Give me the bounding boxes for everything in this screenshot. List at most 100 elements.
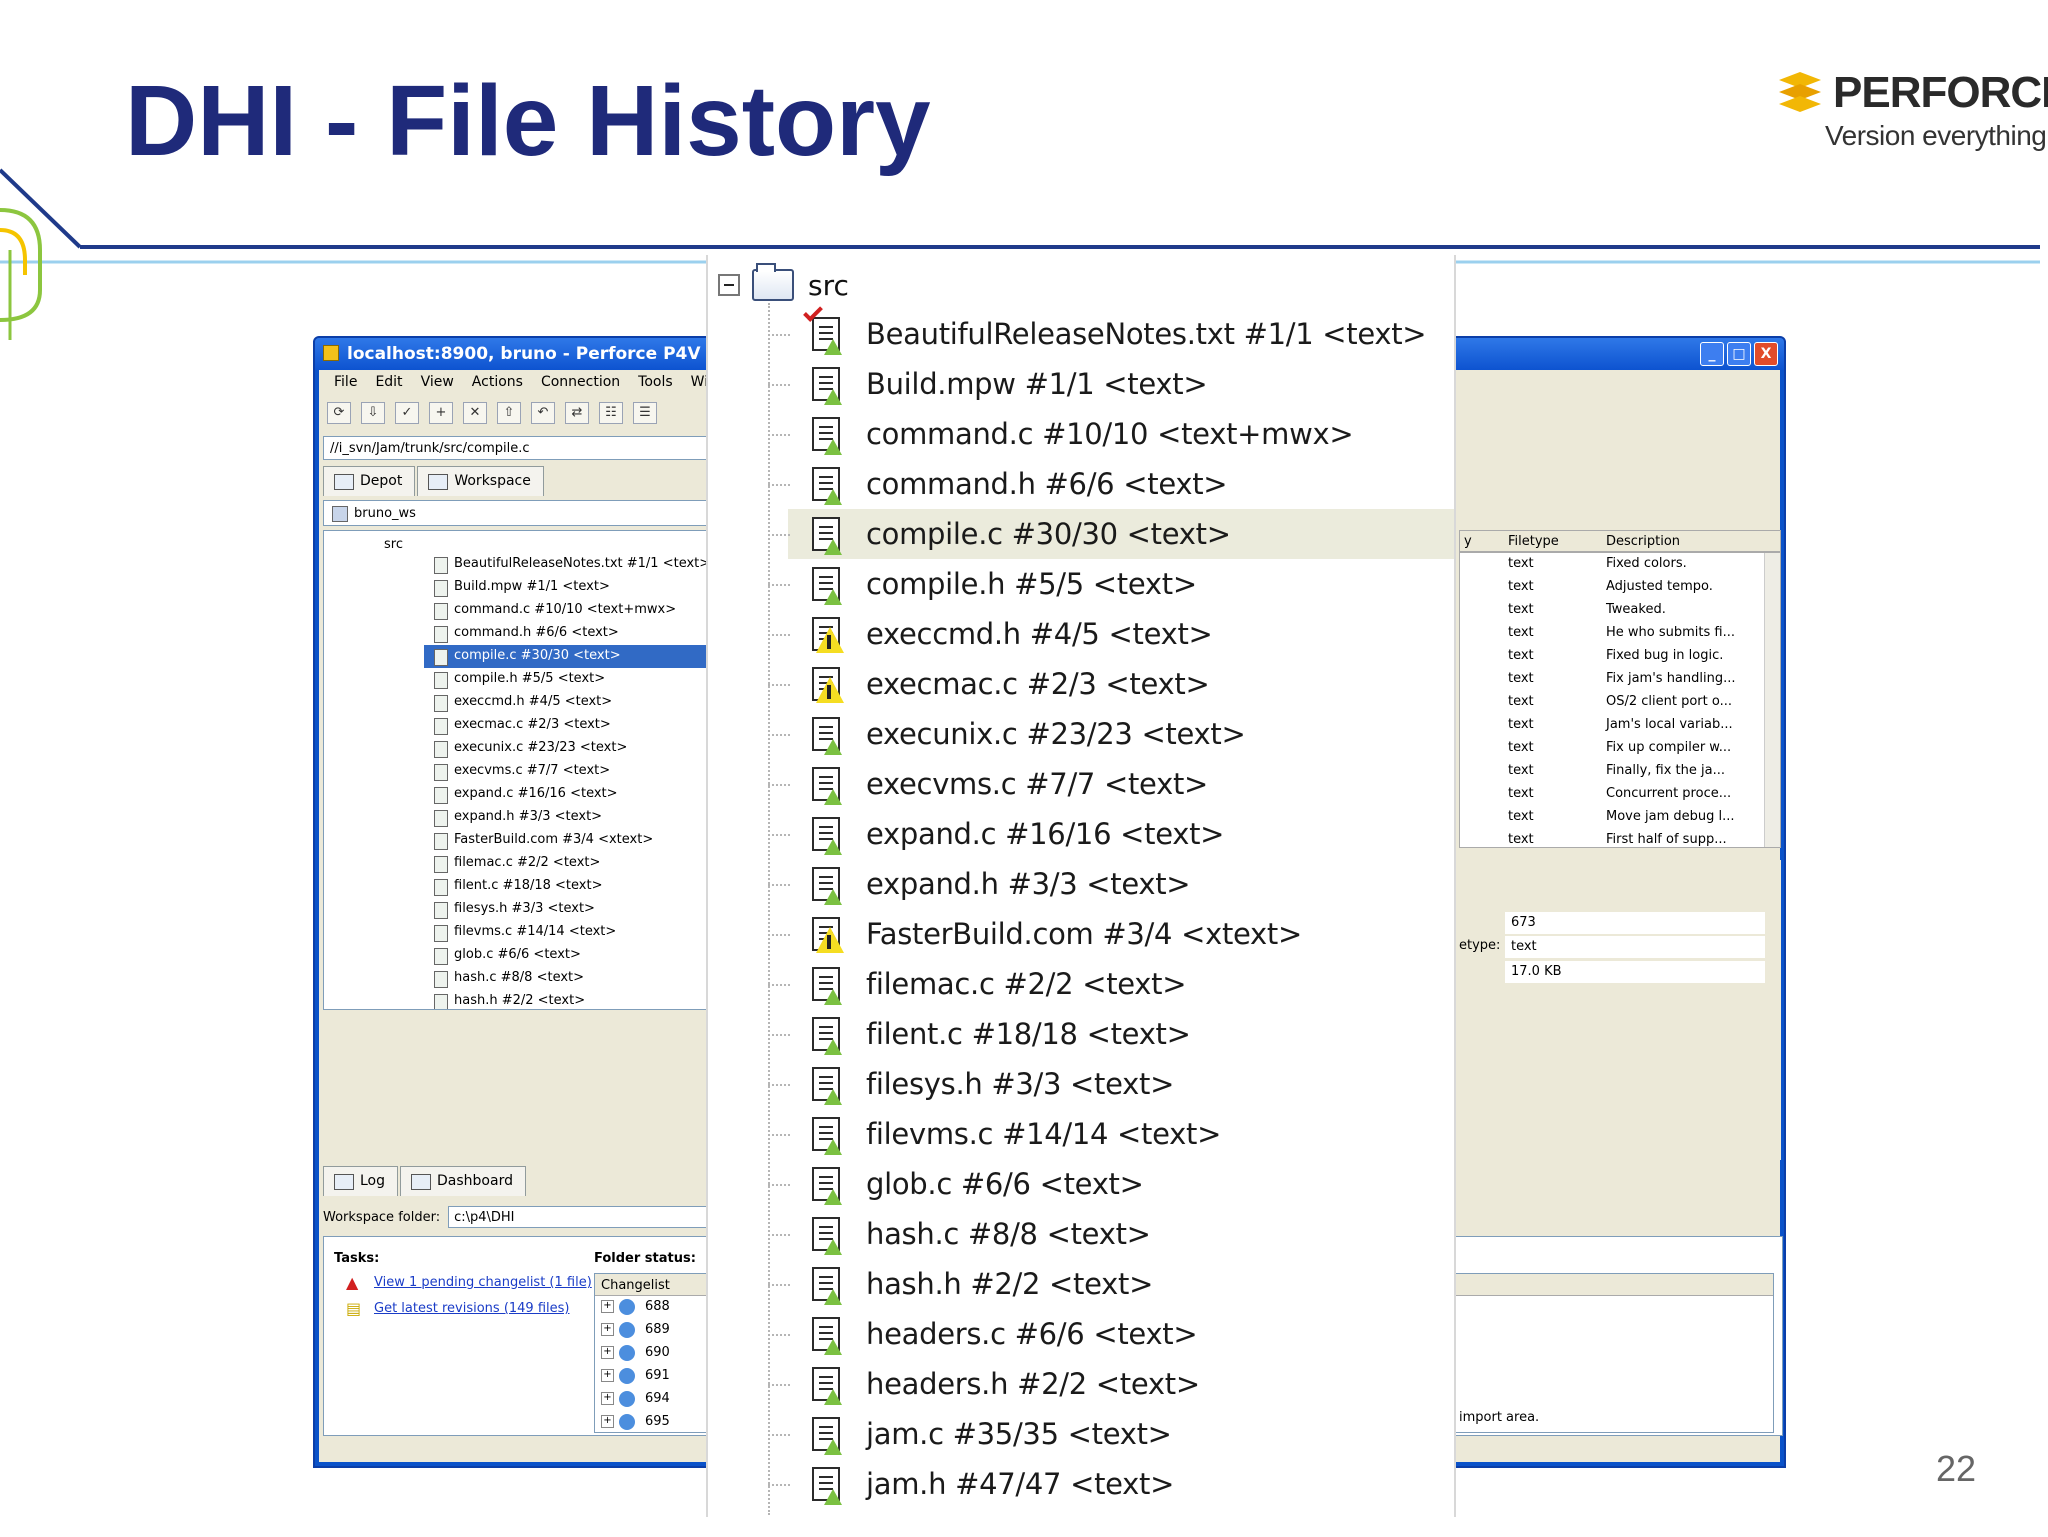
tree-connector <box>768 734 790 736</box>
tree-item[interactable]: execmac.c #2/3 <text> <box>424 714 710 737</box>
history-col-y[interactable]: y <box>1464 534 1472 549</box>
tree-item[interactable]: FasterBuild.com #3/4 <xtext> <box>424 829 710 852</box>
revert-icon[interactable]: ↶ <box>531 402 555 424</box>
tree-item[interactable]: filent.c #18/18 <text> <box>424 875 710 898</box>
tree-item[interactable]: execunix.c #23/23 <text> <box>424 737 710 760</box>
tree-item[interactable]: BeautifulReleaseNotes.txt #1/1 <text> <box>424 553 710 576</box>
history-row[interactable]: text Finally, fix the ja... <box>1460 760 1780 783</box>
perforce-logo-icon <box>1779 72 1821 112</box>
zoom-tree-item[interactable]: filemac.c #2/2 <text> <box>768 959 1454 1009</box>
submit-icon[interactable]: ⇧ <box>497 402 521 424</box>
zoom-tree-item[interactable]: filesys.h #3/3 <text> <box>768 1059 1454 1109</box>
tree-item[interactable]: compile.c #30/30 <text> <box>424 645 711 668</box>
tree-connector <box>768 634 790 636</box>
menu-view[interactable]: View <box>412 370 463 394</box>
zoom-root-row[interactable]: src <box>718 263 849 305</box>
zoom-tree-item[interactable]: jam.h #47/47 <text> <box>768 1459 1454 1509</box>
zoom-tree-item[interactable]: jam.c #35/35 <text> <box>768 1409 1454 1459</box>
zoom-tree-item[interactable]: execcmd.h #4/5 <text> <box>768 609 1454 659</box>
history-row[interactable]: text OS/2 client port o... <box>1460 691 1780 714</box>
tree-item[interactable]: hash.c #8/8 <text> <box>424 967 710 990</box>
workspace-tree-icon[interactable]: ☰ <box>633 402 657 424</box>
minimize-button[interactable]: _ <box>1700 342 1724 366</box>
tree-connector <box>768 1084 790 1086</box>
depot-tree-icon[interactable]: ☷ <box>599 402 623 424</box>
tree-item[interactable]: filevms.c #14/14 <text> <box>424 921 710 944</box>
zoom-tree-item[interactable]: hash.c #8/8 <text> <box>768 1209 1454 1259</box>
tree-item[interactable]: execcmd.h #4/5 <text> <box>424 691 710 714</box>
tree-item[interactable]: expand.c #16/16 <text> <box>424 783 710 806</box>
zoom-tree-item[interactable]: headers.c #6/6 <text> <box>768 1309 1454 1359</box>
history-row[interactable]: text Fixed bug in logic. <box>1460 645 1780 668</box>
file-out-of-date-icon <box>812 617 844 653</box>
tree-item[interactable]: hash.h #2/2 <text> <box>424 990 710 1009</box>
tab-depot[interactable]: Depot <box>323 466 416 496</box>
history-row[interactable]: text Tweaked. <box>1460 599 1780 622</box>
get-latest-icon[interactable]: ⇩ <box>361 402 385 424</box>
history-row[interactable]: text Move jam debug l... <box>1460 806 1780 829</box>
tree-item[interactable]: glob.c #6/6 <text> <box>424 944 710 967</box>
zoom-tree-item[interactable]: expand.h #3/3 <text> <box>768 859 1454 909</box>
file-icon <box>812 1417 842 1455</box>
pending-changelist-link[interactable]: View 1 pending changelist (1 file) <box>374 1275 592 1290</box>
history-row[interactable]: text Fix up compiler w... <box>1460 737 1780 760</box>
zoom-tree-item[interactable]: compile.c #30/30 <text> <box>768 509 1454 559</box>
zoom-tree-item[interactable]: glob.c #6/6 <text> <box>768 1159 1454 1209</box>
menu-edit[interactable]: Edit <box>366 370 411 394</box>
zoom-tree-item[interactable]: execunix.c #23/23 <text> <box>768 709 1454 759</box>
history-row[interactable]: text Fixed colors. <box>1460 553 1780 576</box>
delete-icon[interactable]: ✕ <box>463 402 487 424</box>
zoom-tree-item[interactable]: hash.h #2/2 <text> <box>768 1259 1454 1309</box>
workspace-folder-field[interactable]: c:\p4\DHI <box>448 1206 709 1228</box>
menu-connection[interactable]: Connection <box>532 370 629 394</box>
zoom-tree-item[interactable]: expand.c #16/16 <text> <box>768 809 1454 859</box>
close-button[interactable]: X <box>1754 342 1778 366</box>
zoom-tree-item[interactable]: BeautifulReleaseNotes.txt #1/1 <text> <box>768 302 1454 359</box>
menu-file[interactable]: File <box>325 370 366 394</box>
tab-dashboard[interactable]: Dashboard <box>400 1166 526 1196</box>
file-icon <box>812 1267 842 1305</box>
tree-item[interactable]: filemac.c #2/2 <text> <box>424 852 710 875</box>
tree-item[interactable]: filesys.h #3/3 <text> <box>424 898 710 921</box>
tree-item[interactable]: compile.h #5/5 <text> <box>424 668 710 691</box>
history-scrollbar[interactable] <box>1764 553 1780 847</box>
history-row[interactable]: text He who submits fi... <box>1460 622 1780 645</box>
tree-item[interactable]: Build.mpw #1/1 <text> <box>424 576 710 599</box>
zoom-tree-item[interactable]: execmac.c #2/3 <text> <box>768 659 1454 709</box>
tree-root-folder[interactable]: src <box>384 537 403 552</box>
history-col-filetype[interactable]: Filetype <box>1508 534 1559 549</box>
zoom-tree-item[interactable]: filent.c #18/18 <text> <box>768 1009 1454 1059</box>
tab-log[interactable]: Log <box>323 1166 399 1196</box>
tree-item[interactable]: execvms.c #7/7 <text> <box>424 760 710 783</box>
zoom-tree-item[interactable]: compile.h #5/5 <text> <box>768 559 1454 609</box>
collapse-icon[interactable] <box>718 274 740 296</box>
get-latest-link[interactable]: Get latest revisions (149 files) <box>374 1301 569 1316</box>
tab-workspace[interactable]: Workspace <box>417 466 544 496</box>
menu-tools[interactable]: Tools <box>629 370 682 394</box>
menu-actions[interactable]: Actions <box>463 370 532 394</box>
tree-item[interactable]: command.c #10/10 <text+mwx> <box>424 599 710 622</box>
zoom-tree-item[interactable]: filevms.c #14/14 <text> <box>768 1109 1454 1159</box>
zoom-tree-item-label: execcmd.h #4/5 <text> <box>866 617 1213 651</box>
history-row[interactable]: text Adjusted tempo. <box>1460 576 1780 599</box>
checkout-icon[interactable]: ✓ <box>395 402 419 424</box>
refresh-icon[interactable]: ⟳ <box>327 402 351 424</box>
file-icon <box>812 1317 842 1355</box>
history-row[interactable]: text Fix jam's handling... <box>1460 668 1780 691</box>
history-row[interactable]: text Concurrent proce... <box>1460 783 1780 806</box>
zoom-tree-item[interactable]: FasterBuild.com #3/4 <xtext> <box>768 909 1454 959</box>
zoom-tree-item[interactable]: execvms.c #7/7 <text> <box>768 759 1454 809</box>
tree-item[interactable]: command.h #6/6 <text> <box>424 622 710 645</box>
maximize-button[interactable]: □ <box>1727 342 1751 366</box>
resolve-icon[interactable]: ⇄ <box>565 402 589 424</box>
add-icon[interactable]: + <box>429 402 453 424</box>
history-col-description[interactable]: Description <box>1606 534 1680 549</box>
zoom-tree-item[interactable]: Build.mpw #1/1 <text> <box>768 359 1454 409</box>
tree-item[interactable]: expand.h #3/3 <text> <box>424 806 710 829</box>
zoom-tree-item[interactable]: headers.h #2/2 <text> <box>768 1359 1454 1409</box>
zoom-tree-item[interactable]: command.h #6/6 <text> <box>768 459 1454 509</box>
history-row[interactable]: text First half of supp... <box>1460 829 1780 847</box>
zoom-tree-item[interactable]: command.c #10/10 <text+mwx> <box>768 409 1454 459</box>
file-icon <box>812 367 842 405</box>
history-row[interactable]: text Jam's local variab... <box>1460 714 1780 737</box>
